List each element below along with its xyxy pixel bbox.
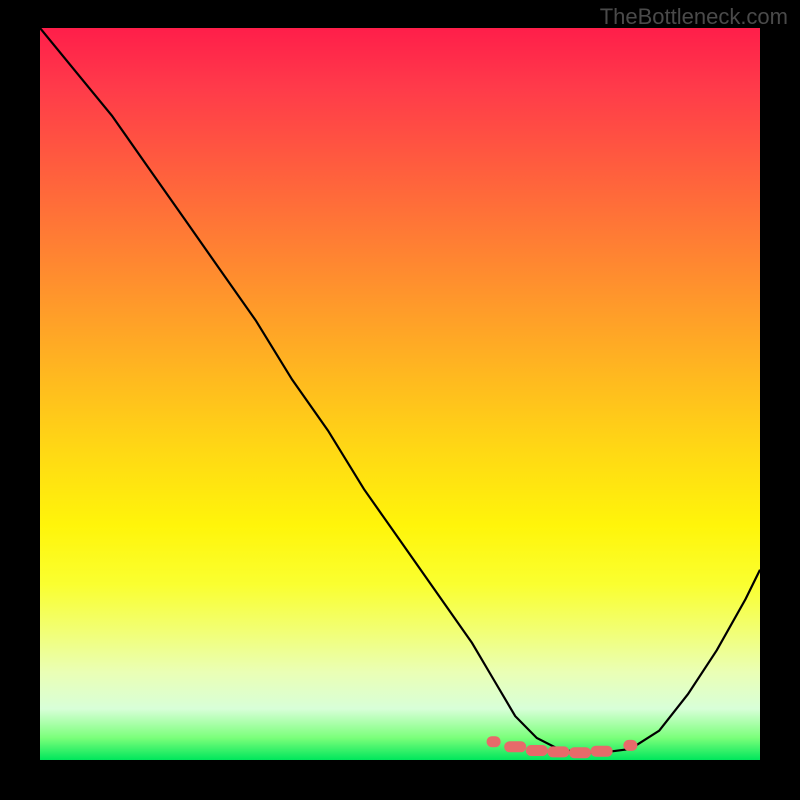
marker-dot xyxy=(526,745,548,756)
plot-area xyxy=(40,28,760,760)
chart-svg xyxy=(40,28,760,760)
optimal-range-markers xyxy=(487,736,638,758)
marker-dot xyxy=(569,747,591,758)
bottleneck-curve-line xyxy=(40,28,760,753)
marker-dot xyxy=(547,746,569,757)
watermark-text: TheBottleneck.com xyxy=(600,4,788,30)
marker-dot xyxy=(623,740,637,751)
marker-dot xyxy=(504,741,526,752)
marker-dot xyxy=(487,736,501,747)
marker-dot xyxy=(591,746,613,757)
